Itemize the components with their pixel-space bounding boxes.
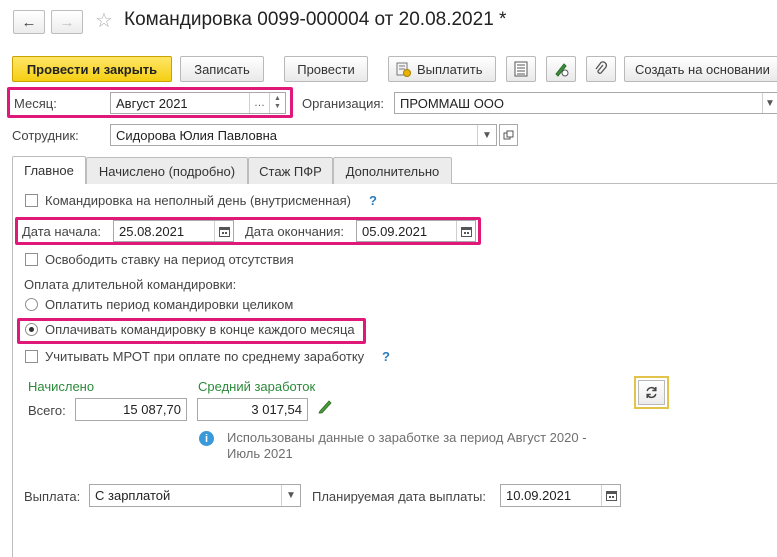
pay-whole-radio[interactable] xyxy=(25,298,38,311)
pay-document-icon xyxy=(396,62,411,77)
report-list-icon xyxy=(514,61,528,77)
accrued-heading: Начислено xyxy=(28,379,95,394)
forward-button[interactable]: → xyxy=(51,10,83,34)
mrot-checkbox[interactable] xyxy=(25,350,38,363)
edit-register-button[interactable] xyxy=(546,56,576,82)
ellipsis-icon: … xyxy=(254,97,265,109)
post-button[interactable]: Провести xyxy=(284,56,368,82)
start-date-label: Дата начала: xyxy=(22,224,101,239)
attach-files-button[interactable] xyxy=(586,56,616,82)
organization-input[interactable]: ПРОММАШ ООО xyxy=(394,92,777,114)
average-earnings-field: 3 017,54 xyxy=(197,398,308,421)
total-label: Всего: xyxy=(28,403,66,418)
average-earnings-heading: Средний заработок xyxy=(198,379,316,394)
end-date-label: Дата окончания: xyxy=(245,224,344,239)
total-amount-value: 15 087,70 xyxy=(123,402,181,417)
tab-main[interactable]: Главное xyxy=(12,156,86,184)
post-and-close-button[interactable]: Провести и закрыть xyxy=(12,56,172,82)
mrot-label: Учитывать МРОТ при оплате по среднему за… xyxy=(45,349,365,364)
pay-monthly-radio[interactable] xyxy=(25,323,38,336)
employee-value: Сидорова Юлия Павловна xyxy=(116,127,278,143)
pay-button-label: Выплатить xyxy=(417,61,483,77)
edit-pencil-icon[interactable] xyxy=(317,398,333,414)
pay-whole-label: Оплатить период командировки целиком xyxy=(45,297,294,312)
organization-value: ПРОММАШ ООО xyxy=(400,95,505,111)
save-button[interactable]: Записать xyxy=(180,56,264,82)
create-based-on-button[interactable]: Создать на основании xyxy=(624,56,777,82)
recalculate-button[interactable] xyxy=(634,376,669,409)
spin-down-icon[interactable]: ▼ xyxy=(274,103,281,111)
total-amount-field: 15 087,70 xyxy=(75,398,187,421)
chevron-down-icon: ▼ xyxy=(765,97,775,109)
planned-date-label: Планируемая дата выплаты: xyxy=(312,489,486,504)
pay-monthly-label: Оплачивать командировку в конце каждого … xyxy=(45,322,355,337)
employee-label: Сотрудник: xyxy=(12,128,79,143)
calendar-icon xyxy=(460,226,472,237)
info-text-line-2: Июль 2021 xyxy=(227,446,293,461)
payout-dropdown-button[interactable]: ▼ xyxy=(281,485,300,506)
open-window-icon xyxy=(503,130,514,139)
organization-label: Организация: xyxy=(302,96,385,111)
organization-dropdown-button[interactable]: ▼ xyxy=(762,93,777,113)
paperclip-icon xyxy=(595,61,607,74)
recalculate-inner xyxy=(638,380,665,405)
calendar-icon xyxy=(605,491,617,501)
refresh-icon xyxy=(646,386,657,399)
payout-value: С зарплатой xyxy=(95,488,171,503)
spin-up-icon[interactable]: ▲ xyxy=(274,95,281,103)
start-date-value: 25.08.2021 xyxy=(119,223,185,239)
payout-label: Выплата: xyxy=(24,489,81,504)
long-pay-heading: Оплата длительной командировки: xyxy=(24,277,237,292)
employee-input[interactable]: Сидорова Юлия Павловна xyxy=(110,124,497,146)
month-label: Месяц: xyxy=(14,96,57,111)
average-earnings-value: 3 017,54 xyxy=(251,402,302,417)
list-report-button[interactable] xyxy=(506,56,536,82)
month-value: Август 2021 xyxy=(116,95,188,111)
tab-accrued-detailed[interactable]: Начислено (подробно) xyxy=(86,157,248,184)
info-icon: i xyxy=(199,431,214,446)
calendar-icon xyxy=(218,226,230,237)
free-rate-label: Освободить ставку на период отсутствия xyxy=(45,252,294,267)
planned-date-calendar-button[interactable] xyxy=(601,485,620,506)
tab-panel-left-border xyxy=(12,184,13,557)
pencil-sign-icon xyxy=(555,63,569,77)
pay-button[interactable]: Выплатить xyxy=(388,56,496,82)
month-spin-buttons[interactable]: ▲ ▼ xyxy=(269,93,285,113)
chevron-down-icon: ▼ xyxy=(286,490,296,501)
arrow-right-icon: → xyxy=(59,13,75,31)
part-day-help-icon[interactable]: ? xyxy=(369,193,377,208)
arrow-left-icon: ← xyxy=(21,13,37,31)
info-text-line-1: Использованы данные о заработке за перио… xyxy=(227,430,587,445)
planned-date-value: 10.09.2021 xyxy=(506,488,572,503)
favorite-star-icon[interactable]: ☆ xyxy=(95,8,113,33)
payout-select[interactable]: С зарплатой xyxy=(89,484,301,507)
mrot-help-icon[interactable]: ? xyxy=(382,349,390,364)
employee-open-button[interactable] xyxy=(499,124,518,146)
part-day-label: Командировка на неполный день (внутрисме… xyxy=(45,193,351,208)
free-rate-checkbox[interactable] xyxy=(25,253,38,266)
end-date-calendar-button[interactable] xyxy=(456,221,475,241)
tab-additional[interactable]: Дополнительно xyxy=(333,157,452,184)
chevron-down-icon: ▼ xyxy=(482,129,492,141)
part-day-checkbox[interactable] xyxy=(25,194,38,207)
month-select-button[interactable]: … xyxy=(249,93,269,113)
employee-dropdown-button[interactable]: ▼ xyxy=(477,125,496,145)
radio-selected-dot xyxy=(29,327,34,332)
end-date-value: 05.09.2021 xyxy=(362,223,428,239)
back-button[interactable]: ← xyxy=(13,10,45,34)
tab-pension-service[interactable]: Стаж ПФР xyxy=(248,157,333,184)
start-date-calendar-button[interactable] xyxy=(214,221,233,241)
page-title: Командировка 0099-000004 от 20.08.2021 * xyxy=(124,9,507,30)
